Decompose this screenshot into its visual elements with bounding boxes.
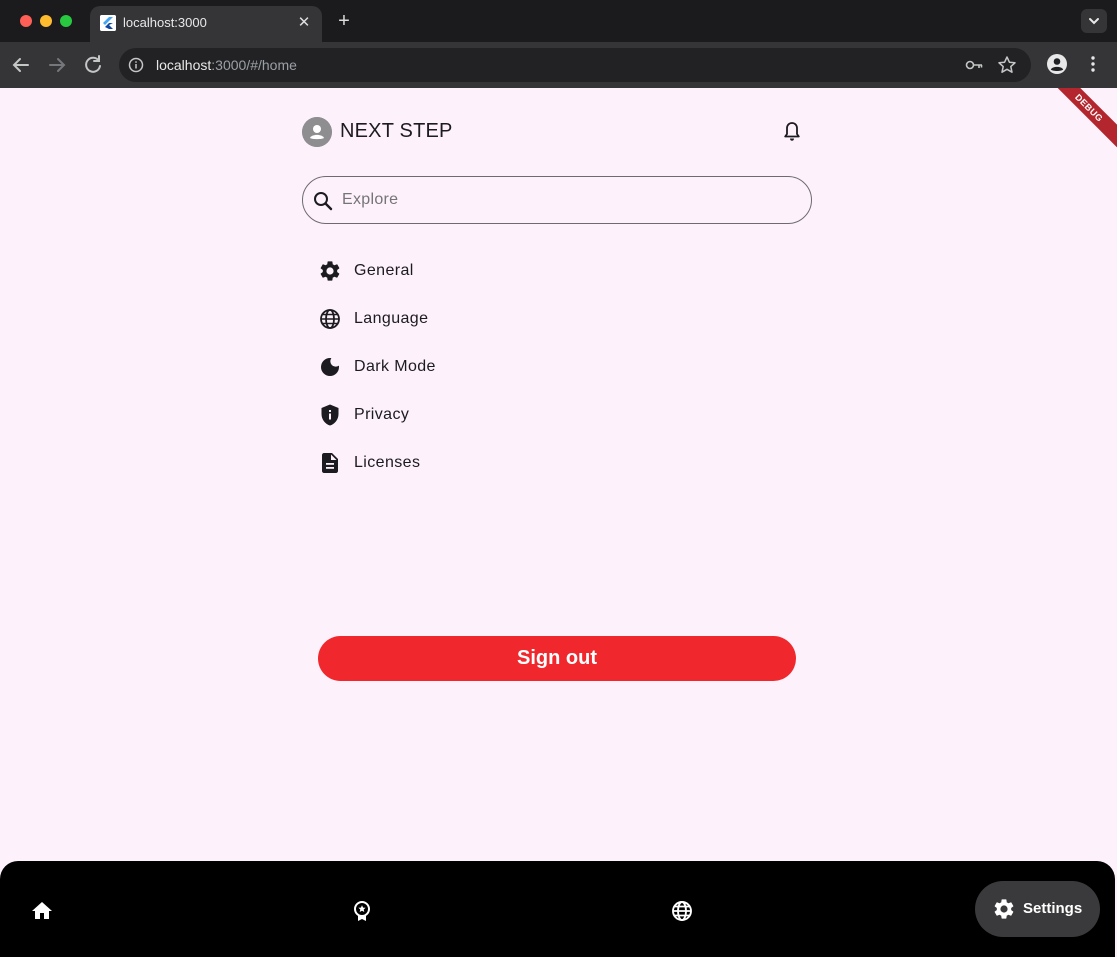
address-bar[interactable]: localhost:3000/#/home bbox=[119, 48, 1031, 82]
back-arrow-icon[interactable] bbox=[9, 53, 33, 77]
info-icon[interactable] bbox=[128, 57, 144, 73]
profile-icon[interactable] bbox=[1046, 53, 1068, 75]
key-icon[interactable] bbox=[964, 55, 984, 75]
tab-search-button[interactable] bbox=[1081, 9, 1107, 33]
settings-item-language[interactable]: Language bbox=[310, 299, 510, 339]
chevron-down-icon bbox=[1089, 18, 1099, 25]
settings-item-label: Privacy bbox=[354, 406, 410, 423]
url-text: localhost:3000/#/home bbox=[156, 57, 297, 73]
settings-item-general[interactable]: General bbox=[310, 251, 510, 291]
search-icon bbox=[314, 192, 333, 211]
sign-out-button[interactable]: Sign out bbox=[318, 636, 796, 681]
document-icon bbox=[322, 453, 338, 473]
shield-info-icon bbox=[321, 404, 339, 426]
tab-close-icon[interactable]: ✕ bbox=[294, 13, 314, 33]
bottom-navigation-bar: Settings bbox=[0, 861, 1115, 957]
home-icon[interactable] bbox=[30, 899, 54, 923]
app-viewport: DEBUG NEXT STEP General Language bbox=[0, 88, 1117, 957]
award-icon[interactable] bbox=[350, 899, 374, 923]
settings-item-privacy[interactable]: Privacy bbox=[310, 395, 510, 435]
flutter-icon bbox=[100, 15, 116, 31]
browser-tab-bar: localhost:3000 ✕ + bbox=[0, 0, 1117, 42]
globe-icon bbox=[320, 309, 340, 329]
page-title: NEXT STEP bbox=[340, 120, 453, 142]
settings-item-label: Licenses bbox=[354, 454, 421, 471]
moon-icon bbox=[321, 358, 339, 376]
settings-item-label: Language bbox=[354, 310, 429, 327]
settings-item-label: Dark Mode bbox=[354, 358, 436, 375]
star-icon[interactable] bbox=[997, 55, 1017, 75]
minimize-window-button[interactable] bbox=[40, 15, 52, 27]
forward-arrow-icon[interactable] bbox=[45, 53, 69, 77]
maximize-window-button[interactable] bbox=[60, 15, 72, 27]
globe-icon[interactable] bbox=[670, 899, 694, 923]
close-window-button[interactable] bbox=[20, 15, 32, 27]
settings-item-dark-mode[interactable]: Dark Mode bbox=[310, 347, 510, 387]
nav-settings-label: Settings bbox=[1023, 900, 1083, 917]
debug-banner: DEBUG bbox=[1040, 88, 1117, 157]
settings-item-label: General bbox=[354, 262, 414, 279]
new-tab-button[interactable]: + bbox=[333, 10, 355, 32]
settings-item-licenses[interactable]: Licenses bbox=[310, 443, 510, 483]
browser-toolbar: localhost:3000/#/home bbox=[0, 42, 1117, 88]
search-bar[interactable] bbox=[302, 176, 812, 224]
nav-settings-button[interactable]: Settings bbox=[975, 881, 1100, 937]
search-input[interactable] bbox=[342, 177, 782, 223]
gear-icon bbox=[994, 899, 1014, 919]
browser-tab[interactable]: localhost:3000 ✕ bbox=[90, 6, 322, 42]
notification-bell-icon[interactable] bbox=[780, 120, 804, 144]
gear-icon bbox=[320, 261, 340, 281]
tab-title: localhost:3000 bbox=[123, 15, 207, 30]
more-vert-icon[interactable] bbox=[1086, 53, 1100, 75]
reload-icon[interactable] bbox=[81, 53, 105, 77]
avatar[interactable] bbox=[302, 117, 332, 147]
